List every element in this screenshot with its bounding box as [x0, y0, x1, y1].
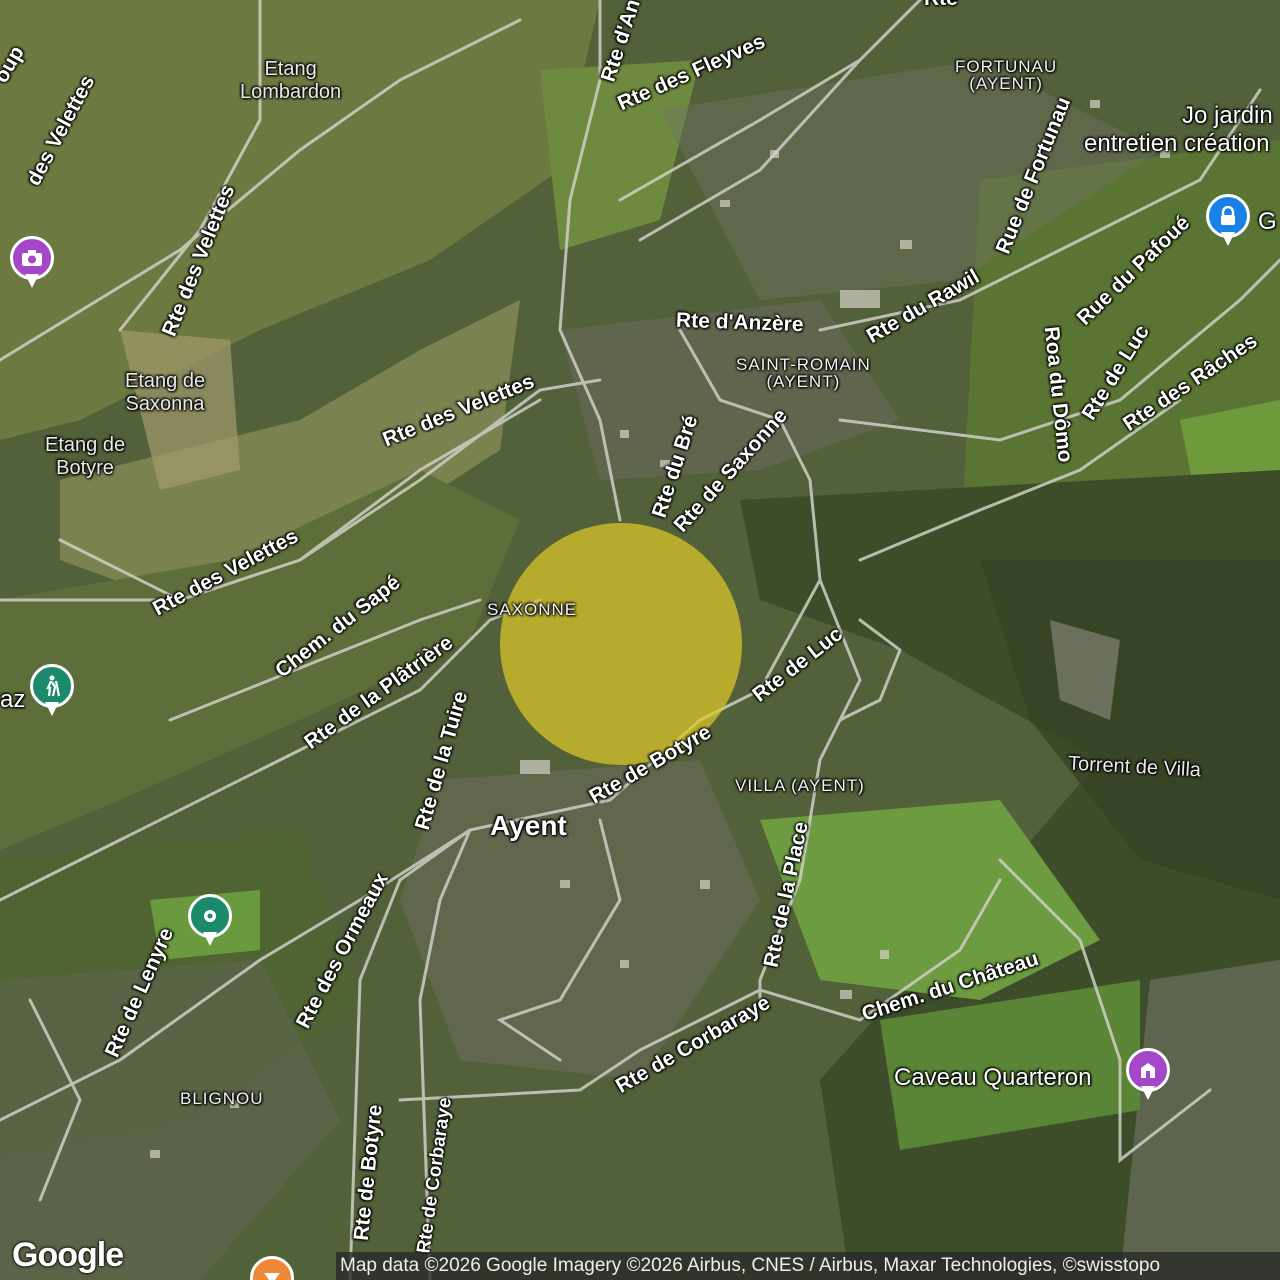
- wine-pin[interactable]: [1124, 1048, 1172, 1104]
- park-pin[interactable]: [186, 894, 234, 950]
- area-etang-lombardon: Etang Lombardon: [240, 58, 342, 103]
- poi-g-label[interactable]: G: [1258, 210, 1277, 234]
- place-villa: VILLA (AYENT): [735, 776, 865, 795]
- area-etang-saxonna: Etang de Saxonna: [125, 370, 206, 415]
- area-etang-botyre: Etang de Botyre: [45, 434, 126, 479]
- lock-pin[interactable]: [1204, 194, 1252, 250]
- poi-az-label[interactable]: az: [0, 688, 25, 712]
- place-ayent[interactable]: Ayent: [490, 812, 567, 840]
- camera-pin[interactable]: [8, 236, 56, 292]
- hiking-pin[interactable]: [28, 664, 76, 720]
- map-view[interactable]: Etang Lombardon Etang de Saxonna Etang d…: [0, 0, 1280, 1280]
- food-icon: [250, 1256, 294, 1280]
- google-logo: Google: [12, 1236, 124, 1274]
- map-attribution[interactable]: Map data ©2026 Google Imagery ©2026 Airb…: [336, 1252, 1280, 1280]
- place-saxonne: SAXONNE: [487, 600, 578, 619]
- poi-jo-jardin-line2[interactable]: entretien création: [1084, 132, 1269, 156]
- place-saint-romain: SAINT-ROMAIN (AYENT): [736, 355, 871, 391]
- place-blignou: BLIGNOU: [180, 1089, 264, 1108]
- road-label-top-right: Rte: [924, 0, 958, 9]
- food-pin[interactable]: [248, 1256, 296, 1280]
- poi-jo-jardin-line1[interactable]: Jo jardin: [1182, 104, 1273, 128]
- road-label-anzere: Rte d'Anzère: [675, 308, 804, 337]
- place-fortunau: FORTUNAU (AYENT): [955, 57, 1058, 93]
- poi-caveau-label[interactable]: Caveau Quarteron: [894, 1066, 1091, 1090]
